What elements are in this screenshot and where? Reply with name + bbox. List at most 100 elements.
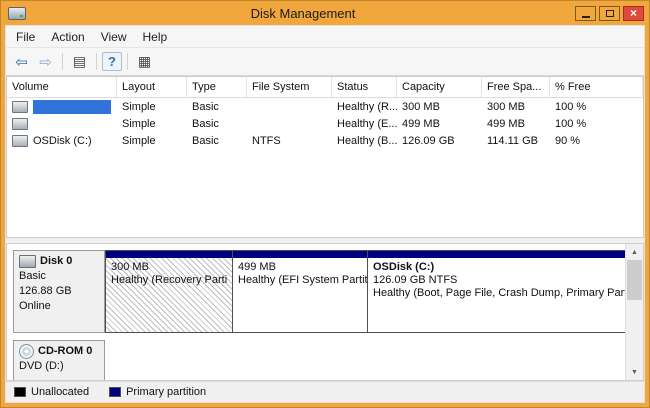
column-header-volume[interactable]: Volume (7, 77, 117, 97)
partition-info: 300 MB Healthy (Recovery Parti (106, 258, 232, 332)
table-row-osdisk[interactable]: OSDisk (C:) Simple Basic NTFS Healthy (B… (7, 132, 643, 149)
cd-rom-icon (19, 344, 34, 359)
partition-name: OSDisk (C:) (373, 261, 630, 274)
cell-file-system: NTFS (247, 135, 332, 147)
cell-layout: Simple (117, 101, 187, 113)
volume-name: OSDisk (C:) (33, 135, 92, 147)
back-icon[interactable]: ⇦ (10, 51, 33, 72)
cdrom-row: CD-ROM 0 DVD (D:) (13, 340, 621, 381)
cell-percent-free: 100 % (550, 101, 643, 113)
menu-help[interactable]: Help (135, 28, 176, 46)
cell-type: Basic (187, 118, 247, 130)
disk-type: Basic (19, 269, 99, 284)
partition-color-bar (368, 251, 635, 258)
forward-icon[interactable]: ⇨ (34, 51, 57, 72)
cell-capacity: 126.09 GB (397, 135, 482, 147)
console-tree-icon[interactable]: ▤ (68, 51, 91, 72)
cell-free-space: 114.11 GB (482, 135, 550, 147)
disk-0-label[interactable]: Disk 0 Basic 126.88 GB Online (13, 250, 105, 333)
toolbar-separator (62, 53, 63, 70)
cell-free-space: 499 MB (482, 118, 550, 130)
selection-highlight (33, 100, 111, 114)
unallocated-swatch (14, 387, 26, 397)
scrollbar-track[interactable] (626, 300, 643, 364)
disk-status: Online (19, 299, 99, 314)
toolbar: ⇦ ⇨ ▤ ? ▦ (6, 48, 644, 76)
cell-volume: OSDisk (C:) (7, 135, 117, 147)
column-header-status[interactable]: Status (332, 77, 397, 97)
cell-layout: Simple (117, 135, 187, 147)
minimize-button[interactable] (575, 6, 596, 21)
volume-icon (12, 135, 28, 147)
menu-action[interactable]: Action (43, 28, 92, 46)
partition-status: Healthy (EFI System Partit (238, 274, 362, 287)
cdrom-name: CD-ROM 0 (38, 344, 92, 359)
graphical-view: Disk 0 Basic 126.88 GB Online 300 MB Hea… (6, 243, 644, 381)
titlebar[interactable]: Disk Management × (5, 1, 645, 25)
column-header-percent-free[interactable]: % Free (550, 77, 643, 97)
cell-volume (7, 100, 117, 114)
legend-bar: Unallocated Primary partition (6, 381, 644, 402)
volume-icon (12, 101, 28, 113)
column-header-file-system[interactable]: File System (247, 77, 332, 97)
client-area: File Action View Help ⇦ ⇨ ▤ ? ▦ Volume L… (5, 25, 645, 403)
menu-file[interactable]: File (8, 28, 43, 46)
toolbar-separator (96, 53, 97, 70)
partition-color-bar (106, 251, 232, 258)
disk-0-row: Disk 0 Basic 126.88 GB Online 300 MB Hea… (13, 250, 621, 333)
partition-efi[interactable]: 499 MB Healthy (EFI System Partit (232, 250, 368, 333)
table-header: Volume Layout Type File System Status Ca… (7, 77, 643, 98)
table-row-efi[interactable]: Simple Basic Healthy (E... 499 MB 499 MB… (7, 115, 643, 132)
column-header-capacity[interactable]: Capacity (397, 77, 482, 97)
cell-free-space: 300 MB (482, 101, 550, 113)
cell-capacity: 300 MB (397, 101, 482, 113)
cdrom-title: CD-ROM 0 (19, 344, 99, 359)
cell-capacity: 499 MB (397, 118, 482, 130)
disk-title: Disk 0 (19, 254, 99, 269)
partition-info: OSDisk (C:) 126.09 GB NTFS Healthy (Boot… (368, 258, 635, 332)
cell-percent-free: 90 % (550, 135, 643, 147)
volume-icon (12, 118, 28, 130)
legend-unallocated: Unallocated (14, 386, 89, 398)
partition-info: 499 MB Healthy (EFI System Partit (233, 258, 367, 332)
disk-size: 126.88 GB (19, 284, 99, 299)
close-button[interactable]: × (623, 6, 644, 21)
app-icon (8, 7, 26, 20)
partition-size: 126.09 GB NTFS (373, 274, 630, 287)
menu-view[interactable]: View (93, 28, 135, 46)
menu-bar: File Action View Help (6, 26, 644, 48)
hard-disk-icon (19, 255, 36, 268)
legend-label: Unallocated (31, 386, 89, 398)
disk-view-icon[interactable]: ▦ (133, 51, 156, 72)
toolbar-separator (127, 53, 128, 70)
cell-status: Healthy (B... (332, 135, 397, 147)
cell-type: Basic (187, 135, 247, 147)
maximize-button[interactable] (599, 6, 620, 21)
cell-layout: Simple (117, 118, 187, 130)
column-header-layout[interactable]: Layout (117, 77, 187, 97)
disk-name: Disk 0 (40, 254, 72, 269)
volume-list: Volume Layout Type File System Status Ca… (6, 76, 644, 238)
scroll-down-icon[interactable]: ▼ (626, 364, 643, 380)
column-header-type[interactable]: Type (187, 77, 247, 97)
partition-recovery[interactable]: 300 MB Healthy (Recovery Parti (105, 250, 233, 333)
table-row-recovery[interactable]: Simple Basic Healthy (R... 300 MB 300 MB… (7, 98, 643, 115)
window-title: Disk Management (31, 6, 575, 21)
cell-status: Healthy (R... (332, 101, 397, 113)
list-empty-area (7, 149, 643, 237)
partition-size: 499 MB (238, 261, 362, 274)
cell-status: Healthy (E... (332, 118, 397, 130)
legend-primary-partition: Primary partition (109, 386, 206, 398)
minimize-icon (582, 16, 590, 18)
column-header-free-space[interactable]: Free Spa... (482, 77, 550, 97)
vertical-scrollbar[interactable]: ▲ ▼ (625, 244, 643, 380)
maximize-icon (606, 10, 614, 17)
partition-status: Healthy (Boot, Page File, Crash Dump, Pr… (373, 287, 630, 300)
cdrom-label[interactable]: CD-ROM 0 DVD (D:) (13, 340, 105, 381)
scrollbar-thumb[interactable] (627, 260, 642, 300)
scroll-up-icon[interactable]: ▲ (626, 244, 643, 260)
partition-osdisk[interactable]: OSDisk (C:) 126.09 GB NTFS Healthy (Boot… (367, 250, 636, 333)
cdrom-type: DVD (D:) (19, 359, 99, 374)
cell-percent-free: 100 % (550, 118, 643, 130)
help-icon[interactable]: ? (102, 52, 122, 71)
